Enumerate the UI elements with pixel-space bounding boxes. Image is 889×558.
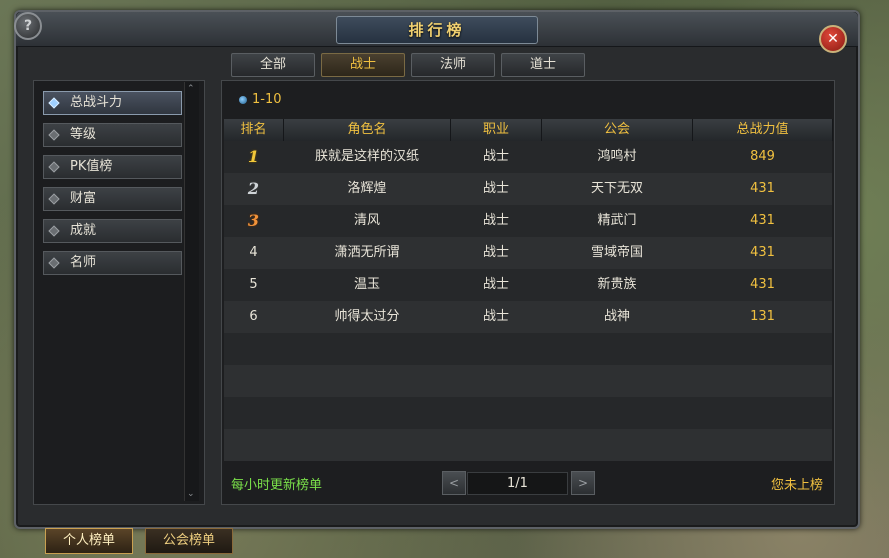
header-power: 总战力值 bbox=[693, 119, 833, 141]
tab-personal-ranking[interactable]: 个人榜单 bbox=[45, 528, 133, 554]
header-rank: 排名 bbox=[224, 119, 284, 141]
diamond-icon bbox=[48, 97, 60, 109]
table-row[interactable]: 3 清风 战士 精武门 431 bbox=[224, 205, 832, 237]
header-guild: 公会 bbox=[542, 119, 693, 141]
page-indicator: 1/1 bbox=[467, 472, 568, 495]
help-button[interactable]: ? bbox=[14, 12, 42, 40]
table-row[interactable]: 5 温玉 战士 新贵族 431 bbox=[224, 269, 832, 301]
diamond-icon bbox=[48, 193, 60, 205]
update-note: 每小时更新榜单 bbox=[231, 478, 323, 493]
rank-medal: 3 bbox=[247, 211, 260, 230]
character-name: 洛辉煌 bbox=[347, 181, 387, 196]
sidebar-item-achievement[interactable]: 成就 bbox=[43, 219, 182, 243]
scroll-down-icon[interactable]: ⌄ bbox=[187, 489, 195, 499]
guild-name: 新贵族 bbox=[597, 277, 637, 292]
sidebar-item-pk[interactable]: PK值榜 bbox=[43, 155, 182, 179]
table-row-empty bbox=[224, 365, 832, 397]
tab-mage[interactable]: 法师 bbox=[411, 53, 495, 77]
close-button[interactable]: ✕ bbox=[819, 25, 847, 53]
character-name: 潇洒无所谓 bbox=[334, 245, 400, 260]
diamond-icon bbox=[48, 225, 60, 237]
power-value: 849 bbox=[750, 149, 775, 164]
sidebar-item-label: 财富 bbox=[70, 191, 97, 206]
tab-taoist[interactable]: 道士 bbox=[501, 53, 585, 77]
next-page-button[interactable]: > bbox=[571, 471, 595, 495]
diamond-icon bbox=[48, 257, 60, 269]
character-class: 战士 bbox=[482, 181, 509, 196]
table-row-empty bbox=[224, 397, 832, 429]
character-name: 帅得太过分 bbox=[334, 309, 400, 324]
window-title: 排行榜 bbox=[336, 16, 538, 44]
tab-all[interactable]: 全部 bbox=[231, 53, 315, 77]
sidebar-item-master[interactable]: 名师 bbox=[43, 251, 182, 275]
guild-name: 精武门 bbox=[597, 213, 637, 228]
character-class: 战士 bbox=[482, 277, 509, 292]
table-row-empty bbox=[224, 429, 832, 461]
table-row-empty bbox=[224, 333, 832, 365]
tab-guild-ranking[interactable]: 公会榜单 bbox=[145, 528, 233, 554]
sidebar-item-level[interactable]: 等级 bbox=[43, 123, 182, 147]
sidebar-item-wealth[interactable]: 财富 bbox=[43, 187, 182, 211]
sidebar-item-label: PK值榜 bbox=[70, 159, 113, 174]
rank-medal: 2 bbox=[247, 179, 260, 198]
rank-number: 6 bbox=[249, 309, 258, 324]
header-name: 角色名 bbox=[284, 119, 451, 141]
header-class: 职业 bbox=[451, 119, 542, 141]
rank-number: 5 bbox=[249, 277, 258, 292]
guild-name: 天下无双 bbox=[590, 181, 643, 196]
character-class: 战士 bbox=[482, 213, 509, 228]
guild-name: 战神 bbox=[603, 309, 630, 324]
character-class: 战士 bbox=[482, 149, 509, 164]
range-label: 1-10 bbox=[252, 92, 282, 107]
power-value: 431 bbox=[750, 181, 775, 196]
character-class: 战士 bbox=[482, 245, 509, 260]
prev-page-button[interactable]: < bbox=[442, 471, 466, 495]
category-sidebar: 总战斗力 等级 PK值榜 财富 成就 名师 bbox=[33, 80, 205, 505]
title-bar: 排行榜 bbox=[16, 12, 858, 47]
tab-warrior[interactable]: 战士 bbox=[321, 53, 405, 77]
guild-name: 鸿鸣村 bbox=[597, 149, 637, 164]
table-row[interactable]: 6 帅得太过分 战士 战神 131 bbox=[224, 301, 832, 333]
sidebar-item-total-power[interactable]: 总战斗力 bbox=[43, 91, 182, 115]
my-rank-status: 您未上榜 bbox=[771, 478, 824, 493]
range-bullet-icon bbox=[239, 96, 247, 104]
power-value: 431 bbox=[750, 277, 775, 292]
sidebar-item-label: 名师 bbox=[70, 255, 97, 270]
guild-name: 雪域帝国 bbox=[590, 245, 643, 260]
sidebar-item-label: 等级 bbox=[70, 127, 97, 142]
power-value: 131 bbox=[750, 309, 775, 324]
character-name: 温玉 bbox=[353, 277, 380, 292]
character-class: 战士 bbox=[482, 309, 509, 324]
rank-medal: 1 bbox=[247, 147, 260, 166]
character-name: 朕就是这样的汉纸 bbox=[314, 149, 419, 164]
sidebar-scrollbar[interactable]: ⌃ ⌄ bbox=[184, 82, 199, 501]
scroll-up-icon[interactable]: ⌃ bbox=[187, 84, 195, 94]
table-row[interactable]: 4 潇洒无所谓 战士 雪域帝国 431 bbox=[224, 237, 832, 269]
power-value: 431 bbox=[750, 245, 775, 260]
rank-number: 4 bbox=[249, 245, 258, 260]
sidebar-item-label: 成就 bbox=[70, 223, 97, 238]
table-row[interactable]: 1 朕就是这样的汉纸 战士 鸿鸣村 849 bbox=[224, 141, 832, 173]
power-value: 431 bbox=[750, 213, 775, 228]
table-row[interactable]: 2 洛辉煌 战士 天下无双 431 bbox=[224, 173, 832, 205]
character-name: 清风 bbox=[353, 213, 380, 228]
diamond-icon bbox=[48, 129, 60, 141]
diamond-icon bbox=[48, 161, 60, 173]
sidebar-item-label: 总战斗力 bbox=[70, 95, 123, 110]
